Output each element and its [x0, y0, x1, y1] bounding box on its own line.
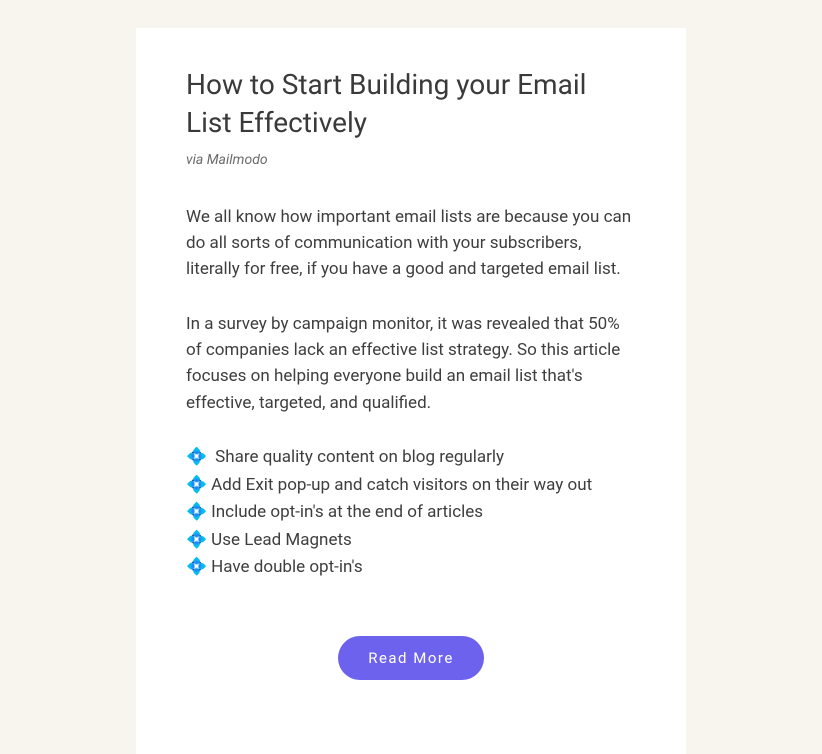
tip-text: Have double opt-in's	[211, 554, 362, 582]
tip-text: Share quality content on blog regularly	[215, 444, 504, 472]
email-preview-card: How to Start Building your Email List Ef…	[0, 0, 822, 754]
tip-text: Use Lead Magnets	[211, 527, 352, 555]
list-item: 💠 Include opt-in's at the end of article…	[186, 499, 636, 527]
read-more-button[interactable]: Read More	[338, 636, 484, 680]
article-byline: via Mailmodo	[186, 152, 636, 168]
list-item: 💠 Use Lead Magnets	[186, 527, 636, 555]
article-paragraph-1: We all know how important email lists ar…	[186, 204, 636, 283]
article-body: How to Start Building your Email List Ef…	[136, 28, 686, 754]
cta-row: Read More	[186, 636, 636, 680]
diamond-icon: 💠	[186, 527, 207, 555]
tips-list: 💠 Share quality content on blog regularl…	[186, 444, 636, 582]
list-item: 💠 Share quality content on blog regularl…	[186, 444, 636, 472]
article-title: How to Start Building your Email List Ef…	[186, 66, 636, 142]
diamond-icon: 💠	[186, 472, 207, 500]
diamond-icon: 💠	[186, 554, 207, 582]
diamond-icon: 💠	[186, 444, 207, 472]
list-item: 💠 Add Exit pop-up and catch visitors on …	[186, 472, 636, 500]
tip-text: Include opt-in's at the end of articles	[211, 499, 483, 527]
tip-text: Add Exit pop-up and catch visitors on th…	[211, 472, 592, 500]
article-paragraph-2: In a survey by campaign monitor, it was …	[186, 311, 636, 416]
diamond-icon: 💠	[186, 499, 207, 527]
list-item: 💠 Have double opt-in's	[186, 554, 636, 582]
